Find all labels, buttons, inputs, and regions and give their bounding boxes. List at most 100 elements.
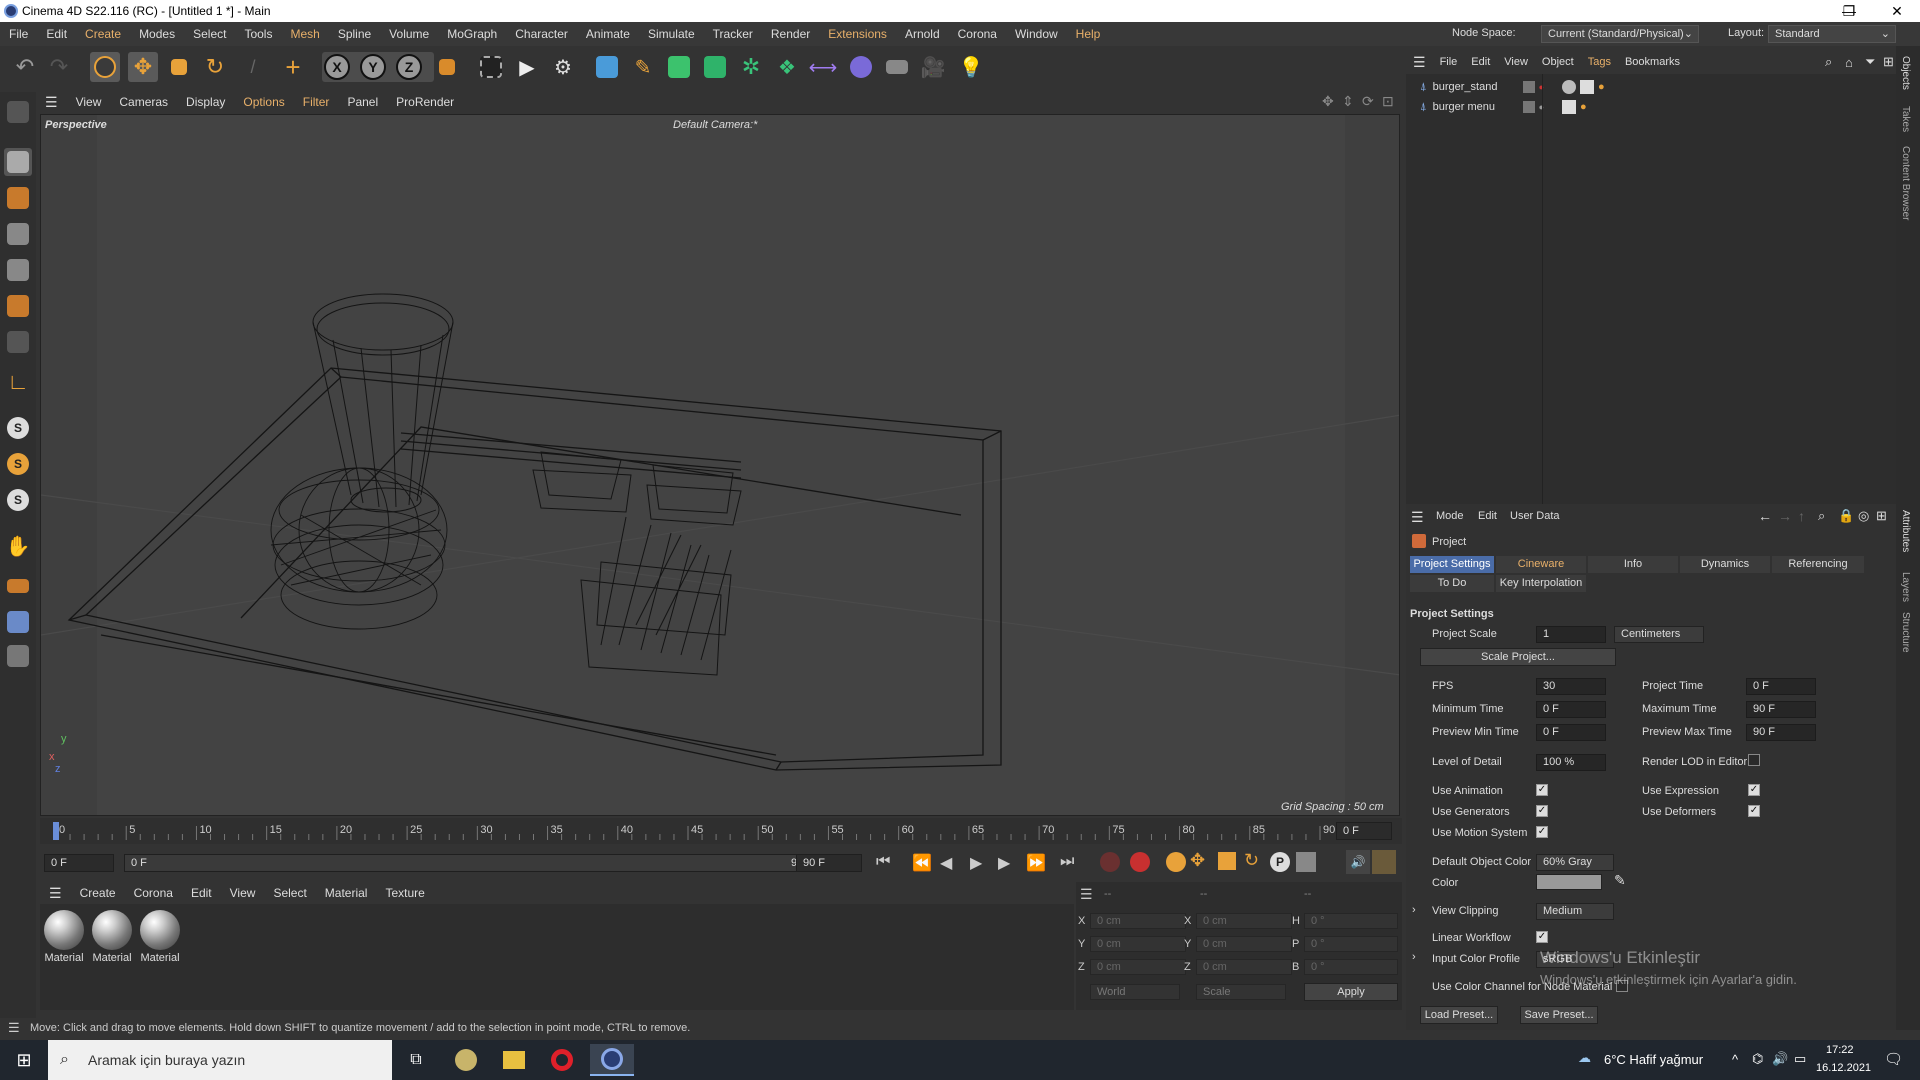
edges-mode-button[interactable]: [4, 256, 32, 284]
side-tab-structure[interactable]: Structure: [1900, 612, 1911, 653]
menu-help[interactable]: Help: [1067, 27, 1110, 41]
clock-time[interactable]: 17:22: [1826, 1044, 1854, 1056]
material-swatch[interactable]: Material: [42, 910, 86, 964]
end-frame-field[interactable]: 90 F: [796, 854, 862, 872]
z-axis-button[interactable]: Z: [394, 52, 424, 82]
taskbar-app-explorer[interactable]: [492, 1044, 536, 1076]
menu-animate[interactable]: Animate: [577, 27, 639, 41]
fps-field[interactable]: 30: [1536, 678, 1606, 695]
coord-mode-dropdown[interactable]: Scale: [1196, 984, 1286, 1000]
attr-menu-mode[interactable]: Mode: [1436, 510, 1464, 522]
forward-arrow-icon[interactable]: →: [1778, 508, 1792, 524]
cloner-button[interactable]: ✲: [736, 52, 766, 82]
scale-tool-button[interactable]: [164, 52, 194, 82]
chevron-right-icon[interactable]: ›: [1412, 904, 1416, 916]
hamburger-icon[interactable]: ☰: [36, 94, 67, 111]
object-menu-bookmarks[interactable]: Bookmarks: [1618, 56, 1687, 68]
menu-select[interactable]: Select: [184, 27, 235, 41]
object-menu-view[interactable]: View: [1497, 56, 1535, 68]
menu-character[interactable]: Character: [506, 27, 577, 41]
render-settings-button[interactable]: ⚙: [548, 52, 578, 82]
texture-tag-icon[interactable]: [1562, 100, 1577, 114]
windows-start-button[interactable]: ⊞: [2, 1044, 46, 1076]
back-arrow-icon[interactable]: ←: [1758, 508, 1772, 524]
menu-file[interactable]: File: [0, 27, 37, 41]
material-menu-view[interactable]: View: [221, 886, 265, 900]
restore-button[interactable]: ❐: [1826, 0, 1872, 22]
viewport-menu-cameras[interactable]: Cameras: [110, 95, 177, 109]
viewport-menu-prorender[interactable]: ProRender: [387, 95, 463, 109]
taskbar-app-cinema4d[interactable]: [590, 1044, 634, 1076]
menu-spline[interactable]: Spline: [329, 27, 380, 41]
position-z-field[interactable]: 0 cm: [1090, 959, 1186, 975]
material-menu-select[interactable]: Select: [264, 886, 315, 900]
viewport-layout-icon[interactable]: ⊡: [1382, 93, 1394, 110]
menu-tracker[interactable]: Tracker: [704, 27, 762, 41]
workplane-snap-button[interactable]: S: [4, 486, 32, 514]
taskbar-search-input[interactable]: ⌕ Aramak için buraya yazın: [48, 1040, 392, 1080]
start-frame-field[interactable]: 0 F: [44, 854, 114, 872]
battery-icon[interactable]: ▭: [1794, 1051, 1806, 1067]
viewport-move-icon[interactable]: ✥: [1322, 93, 1334, 110]
add-button[interactable]: +: [278, 52, 308, 82]
timeline-layout-icon[interactable]: [1372, 850, 1396, 874]
project-time-field[interactable]: 0 F: [1746, 678, 1816, 695]
key-rotation-icon[interactable]: ↻: [1244, 850, 1259, 871]
workplane-button[interactable]: [4, 572, 32, 600]
weather-text[interactable]: 6°C Hafif yağmur: [1604, 1052, 1703, 1067]
attr-menu-user-data[interactable]: User Data: [1510, 510, 1560, 522]
play-icon[interactable]: ▶: [970, 853, 982, 873]
grid-button[interactable]: [4, 608, 32, 636]
field-button[interactable]: [846, 52, 876, 82]
menu-volume[interactable]: Volume: [380, 27, 438, 41]
linear-workflow-checkbox[interactable]: ✓: [1536, 931, 1548, 943]
autokey-icon[interactable]: [1130, 852, 1150, 872]
move-tool-button[interactable]: ✥: [128, 52, 158, 82]
deformer-button[interactable]: ⟷: [808, 52, 838, 82]
viewport-menu-options[interactable]: Options: [234, 95, 293, 109]
lock-icon[interactable]: 🔒: [1838, 508, 1854, 524]
rotate-tool-button[interactable]: ↻: [200, 52, 230, 82]
viewport-menu-panel[interactable]: Panel: [338, 95, 387, 109]
chevron-right-icon[interactable]: ›: [1412, 951, 1416, 963]
rotation-h-field[interactable]: 0 °: [1304, 913, 1398, 929]
menu-simulate[interactable]: Simulate: [639, 27, 704, 41]
polygons-mode-button[interactable]: [4, 292, 32, 320]
mograph-button[interactable]: ❖: [772, 52, 802, 82]
tab-to-do[interactable]: To Do: [1410, 575, 1494, 592]
model-mode-button[interactable]: [4, 148, 32, 176]
rotation-b-field[interactable]: 0 °: [1304, 959, 1398, 975]
go-to-end-icon[interactable]: ⏭: [1060, 853, 1074, 871]
preview-max-field[interactable]: 90 F: [1746, 724, 1816, 741]
menu-mesh[interactable]: Mesh: [281, 27, 328, 41]
key-pla-icon[interactable]: [1296, 852, 1316, 872]
position-x-field[interactable]: 0 cm: [1090, 913, 1186, 929]
key-parameter-icon[interactable]: P: [1270, 852, 1290, 872]
tweak-button[interactable]: ✋: [4, 532, 32, 560]
use-motion-checkbox[interactable]: ✓: [1536, 826, 1548, 838]
playhead[interactable]: [53, 822, 59, 840]
chevron-up-icon[interactable]: ^: [1732, 1052, 1738, 1067]
y-axis-button[interactable]: Y: [358, 52, 388, 82]
side-tab-content-browser[interactable]: Content Browser: [1900, 146, 1911, 220]
layout-dropdown[interactable]: Standard ⌄: [1768, 25, 1896, 43]
network-icon[interactable]: ⌬: [1752, 1051, 1763, 1067]
menu-corona[interactable]: Corona: [949, 27, 1006, 41]
axis-mode-button[interactable]: ∟: [4, 368, 32, 396]
redo-button[interactable]: ↷: [44, 52, 74, 82]
camera-button[interactable]: 🎥: [918, 52, 948, 82]
floor-button[interactable]: [882, 52, 912, 82]
target-icon[interactable]: ◎: [1858, 508, 1869, 524]
side-tab-layers[interactable]: Layers: [1900, 572, 1911, 602]
size-y-field[interactable]: 0 cm: [1196, 936, 1292, 952]
texture-tag-icon[interactable]: [1580, 80, 1595, 94]
timeline-ruler[interactable]: 0 5 10 15 20 25 30 35 40 45 50 55 60 65 70 75 80 85 90 0 F: [40, 818, 1402, 844]
hamburger-icon[interactable]: ☰: [1411, 509, 1424, 526]
material-menu-texture[interactable]: Texture: [376, 886, 433, 900]
project-scale-unit-dropdown[interactable]: Centimeters: [1614, 626, 1704, 643]
rotation-p-field[interactable]: 0 °: [1304, 936, 1398, 952]
undo-button[interactable]: ↶: [10, 52, 40, 82]
tab-key-interpolation[interactable]: Key Interpolation: [1496, 575, 1586, 592]
viewport-menu-filter[interactable]: Filter: [294, 95, 339, 109]
task-view-button[interactable]: ⧉: [394, 1044, 438, 1076]
